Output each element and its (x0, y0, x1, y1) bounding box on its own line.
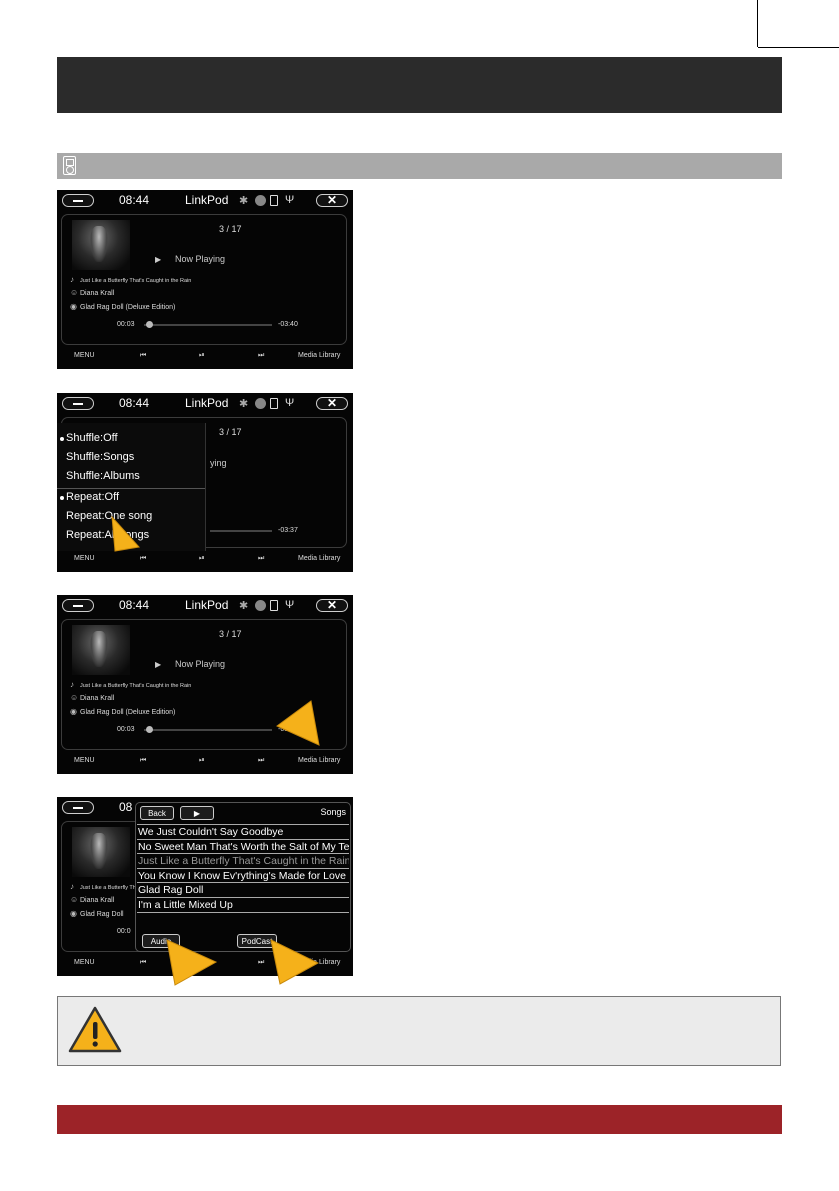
warning-box (57, 996, 781, 1066)
page-footer-bar (57, 1105, 782, 1134)
warning-triangle-icon (68, 1006, 122, 1053)
